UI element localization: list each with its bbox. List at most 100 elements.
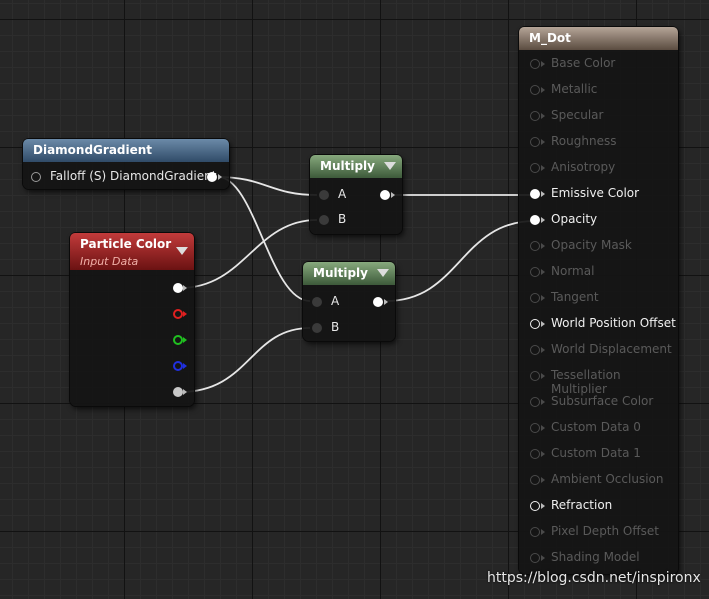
input-arrow-icon <box>541 113 545 119</box>
diamond-gradient-node[interactable]: DiamondGradient Falloff (S) DiamondGradi… <box>23 139 229 189</box>
material-input-pin[interactable] <box>530 371 540 381</box>
input-arrow-icon <box>541 243 545 249</box>
multiply-top-output-pin[interactable] <box>380 190 390 200</box>
material-input-pin[interactable] <box>530 501 540 511</box>
material-input-pixel-depth-offset[interactable]: Pixel Depth Offset <box>519 519 679 545</box>
material-input-pin[interactable] <box>530 163 540 173</box>
wire-particle-rgb-to-multiply-top-b[interactable] <box>179 219 318 289</box>
watermark-text: https://blog.csdn.net/inspironx <box>487 570 701 586</box>
material-input-metallic[interactable]: Metallic <box>519 77 679 103</box>
material-input-label: Ambient Occlusion <box>551 472 664 486</box>
wire-multiply-bottom-to-opacity[interactable] <box>385 220 536 302</box>
material-input-label: Specular <box>551 108 604 122</box>
collapse-arrow-icon[interactable] <box>377 269 389 277</box>
material-input-pin[interactable] <box>530 59 540 69</box>
material-input-label: Opacity Mask <box>551 238 632 252</box>
multiply-top-input-a-pin[interactable] <box>319 190 329 200</box>
material-input-subsurface-color[interactable]: Subsurface Color <box>519 389 679 415</box>
particle-color-r-output-pin[interactable] <box>173 309 183 319</box>
multiply-bottom-title: Multiply <box>313 266 368 280</box>
material-input-ambient-occlusion[interactable]: Ambient Occlusion <box>519 467 679 493</box>
particle-color-alpha-output-pin[interactable] <box>173 387 183 397</box>
material-input-pin[interactable] <box>530 267 540 277</box>
material-input-roughness[interactable]: Roughness <box>519 129 679 155</box>
material-input-world-position-offset[interactable]: World Position Offset <box>519 311 679 337</box>
input-arrow-icon <box>541 373 545 379</box>
output-arrow-icon <box>218 174 222 180</box>
input-arrow-icon <box>541 321 545 327</box>
diamond-gradient-output-pin[interactable] <box>207 172 217 182</box>
material-input-specular[interactable]: Specular <box>519 103 679 129</box>
material-input-pin[interactable] <box>530 527 540 537</box>
material-input-shading-model[interactable]: Shading Model <box>519 545 679 571</box>
multiply-bottom-output-pin[interactable] <box>373 297 383 307</box>
particle-color-g-output-pin[interactable] <box>173 335 183 345</box>
multiply-top-input-a-label: A <box>338 187 347 201</box>
material-input-emissive-color[interactable]: Emissive Color <box>519 181 679 207</box>
wire-gradient-to-multiply-top-a[interactable] <box>217 176 318 196</box>
material-input-pin[interactable] <box>530 345 540 355</box>
multiply-top-header[interactable]: Multiply <box>310 155 402 178</box>
input-arrow-icon <box>541 295 545 301</box>
material-input-custom-data-1[interactable]: Custom Data 1 <box>519 441 679 467</box>
particle-color-node[interactable]: Particle Color Input Data <box>70 233 194 406</box>
diamond-gradient-input-pin[interactable] <box>31 172 41 182</box>
material-input-custom-data-0[interactable]: Custom Data 0 <box>519 415 679 441</box>
multiply-node-top[interactable]: Multiply A B <box>310 155 402 234</box>
material-input-label: Anisotropy <box>551 160 616 174</box>
output-arrow-icon <box>183 285 187 291</box>
material-input-anisotropy[interactable]: Anisotropy <box>519 155 679 181</box>
material-input-label: Metallic <box>551 82 598 96</box>
material-input-pin[interactable] <box>530 319 540 329</box>
diamond-gradient-header[interactable]: DiamondGradient <box>23 139 229 162</box>
collapse-arrow-icon[interactable] <box>384 162 396 170</box>
material-input-pin[interactable] <box>530 475 540 485</box>
material-input-label: Tangent <box>551 290 599 304</box>
wire-gradient-to-multiply-bottom-a[interactable] <box>217 176 311 302</box>
multiply-node-bottom[interactable]: Multiply A B <box>303 262 395 341</box>
particle-color-rgb-output-pin[interactable] <box>173 283 183 293</box>
material-input-pin[interactable] <box>530 449 540 459</box>
material-input-pin[interactable] <box>530 423 540 433</box>
particle-color-b-output-pin[interactable] <box>173 361 183 371</box>
material-input-pin[interactable] <box>530 397 540 407</box>
material-header[interactable]: M_Dot <box>519 27 678 50</box>
material-input-label: Subsurface Color <box>551 394 654 408</box>
material-input-pin[interactable] <box>530 85 540 95</box>
material-input-tangent[interactable]: Tangent <box>519 285 679 311</box>
material-input-pin[interactable] <box>530 189 540 199</box>
material-input-normal[interactable]: Normal <box>519 259 679 285</box>
multiply-bottom-header[interactable]: Multiply <box>303 262 395 285</box>
multiply-top-input-b-pin[interactable] <box>319 215 329 225</box>
particle-color-subtitle: Input Data <box>80 255 139 268</box>
input-arrow-icon <box>541 217 545 223</box>
material-input-label: World Position Offset <box>551 316 676 330</box>
material-input-opacity[interactable]: Opacity <box>519 207 679 233</box>
multiply-top-title: Multiply <box>320 159 375 173</box>
input-arrow-icon <box>541 529 545 535</box>
particle-color-title: Particle Color <box>80 237 172 251</box>
multiply-bottom-input-b-pin[interactable] <box>312 323 322 333</box>
multiply-bottom-input-a-pin[interactable] <box>312 297 322 307</box>
material-input-pin[interactable] <box>530 111 540 121</box>
material-input-pin[interactable] <box>530 241 540 251</box>
material-input-refraction[interactable]: Refraction <box>519 493 679 519</box>
material-title: M_Dot <box>529 31 571 45</box>
collapse-arrow-icon[interactable] <box>176 247 188 255</box>
material-input-tessellation-multiplier[interactable]: Tessellation Multiplier <box>519 363 679 396</box>
material-input-label: Opacity <box>551 212 598 226</box>
output-arrow-icon <box>183 363 187 369</box>
material-input-label: Roughness <box>551 134 617 148</box>
wire-particle-alpha-to-multiply-bottom-b[interactable] <box>179 327 311 393</box>
material-node[interactable]: M_Dot Base Color Metallic Specular Roughnes… <box>519 27 678 574</box>
material-input-pin[interactable] <box>530 137 540 147</box>
input-arrow-icon <box>541 477 545 483</box>
material-input-pin[interactable] <box>530 293 540 303</box>
particle-color-header[interactable]: Particle Color Input Data <box>70 233 194 270</box>
material-input-label: Emissive Color <box>551 186 640 200</box>
material-input-world-displacement[interactable]: World Displacement <box>519 337 679 363</box>
material-input-base-color[interactable]: Base Color <box>519 51 679 77</box>
material-input-opacity-mask[interactable]: Opacity Mask <box>519 233 679 259</box>
material-input-pin[interactable] <box>530 215 540 225</box>
material-input-pin[interactable] <box>530 553 540 563</box>
